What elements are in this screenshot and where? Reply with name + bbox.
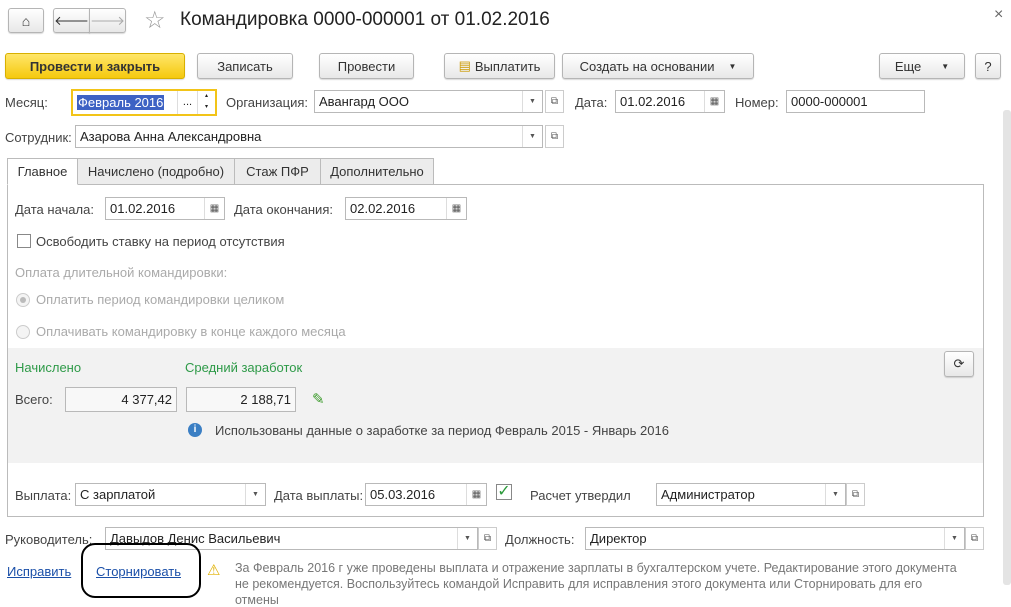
end-date-label: Дата окончания: xyxy=(234,202,333,217)
approved-label: Расчет утвердил xyxy=(530,488,631,503)
month-label: Месяц: xyxy=(5,95,48,110)
open-icon[interactable]: ⧉ xyxy=(478,527,497,550)
month-select-button[interactable]: ... xyxy=(177,91,197,114)
post-and-close-button[interactable]: Провести и закрыть xyxy=(5,53,185,79)
org-field[interactable]: Авангард ООО ▼ xyxy=(314,90,543,113)
warning-line-2: не рекомендуется. Воспользуйтесь командо… xyxy=(235,577,923,591)
back-button[interactable]: 🡐 xyxy=(53,8,90,33)
page-title: Командировка 0000-000001 от 01.02.2016 xyxy=(180,9,550,30)
number-label: Номер: xyxy=(735,95,779,110)
avg-earnings-label: Средний заработок xyxy=(185,360,303,375)
position-label: Должность: xyxy=(505,532,575,547)
approved-checkbox[interactable]: ✓ xyxy=(496,484,512,500)
chevron-down-icon[interactable]: ▼ xyxy=(457,528,477,549)
employee-field[interactable]: Азарова Анна Александровна ▼ xyxy=(75,125,543,148)
open-icon[interactable]: ⧉ xyxy=(965,527,984,550)
open-icon[interactable]: ⧉ xyxy=(545,125,564,148)
radio-pay-monthly-label: Оплачивать командировку в конце каждого … xyxy=(36,324,346,339)
approved-by-field[interactable]: Администратор ▼ xyxy=(656,483,846,506)
start-date-field[interactable]: 01.02.2016 ▦ xyxy=(105,197,225,220)
close-icon[interactable]: × xyxy=(994,6,1003,24)
refresh-button[interactable]: ⟳ xyxy=(944,351,974,377)
chevron-down-icon: ▼ xyxy=(941,61,950,71)
head-label: Руководитель: xyxy=(5,532,93,547)
accrued-label: Начислено xyxy=(15,360,82,375)
open-icon[interactable]: ⧉ xyxy=(545,90,564,113)
payout-field[interactable]: С зарплатой ▼ xyxy=(75,483,266,506)
total-field: 4 377,42 xyxy=(65,387,177,412)
tab-pfr-experience[interactable]: Стаж ПФР xyxy=(234,158,321,185)
number-field[interactable]: 0000-000001 xyxy=(786,90,925,113)
payout-date-field[interactable]: 05.03.2016 ▦ xyxy=(365,483,487,506)
calendar-icon[interactable]: ▦ xyxy=(446,198,466,219)
radio-pay-whole-label: Оплатить период командировки целиком xyxy=(36,292,285,307)
save-button[interactable]: Записать xyxy=(197,53,293,79)
payout-label: Выплата: xyxy=(15,488,72,503)
chevron-down-icon: ▼ xyxy=(728,61,737,71)
open-icon[interactable]: ⧉ xyxy=(846,483,865,506)
arrow-left-icon: 🡐 xyxy=(54,12,89,28)
warning-line-3: отмены xyxy=(235,593,279,607)
radio-pay-monthly[interactable] xyxy=(16,325,30,339)
payout-date-label: Дата выплаты: xyxy=(274,488,364,503)
warning-line-1: За Февраль 2016 г уже проведены выплата … xyxy=(235,561,957,575)
calendar-icon[interactable]: ▦ xyxy=(466,484,486,505)
calendar-icon[interactable]: ▦ xyxy=(704,91,724,112)
tab-additional[interactable]: Дополнительно xyxy=(320,158,434,185)
chevron-down-icon[interactable]: ▼ xyxy=(522,126,542,147)
post-button[interactable]: Провести xyxy=(319,53,414,79)
fix-link[interactable]: Исправить xyxy=(7,564,71,579)
info-icon: i xyxy=(188,423,202,437)
arrow-right-icon: 🡒 xyxy=(90,12,125,28)
org-label: Организация: xyxy=(226,95,309,110)
date-field[interactable]: 01.02.2016 ▦ xyxy=(615,90,725,113)
date-label: Дата: xyxy=(575,95,608,110)
tab-accrued-detail[interactable]: Начислено (подробно) xyxy=(77,158,235,185)
chevron-down-icon[interactable]: ▼ xyxy=(944,528,964,549)
free-rate-label: Освободить ставку на период отсутствия xyxy=(36,234,285,249)
radio-pay-whole[interactable] xyxy=(16,293,30,307)
chevron-down-icon[interactable]: ▼ xyxy=(245,484,265,505)
forward-button[interactable]: 🡒 xyxy=(89,8,126,33)
calendar-icon[interactable]: ▦ xyxy=(204,198,224,219)
month-stepper[interactable]: ▴ ▾ xyxy=(197,91,215,114)
star-icon[interactable]: ☆ xyxy=(144,6,166,35)
pay-button[interactable]: ▤ Выплатить xyxy=(444,53,555,79)
total-label: Всего: xyxy=(15,392,53,407)
month-field[interactable]: Февраль 2016 ... ▴ ▾ xyxy=(71,89,217,116)
home-icon: ⌂ xyxy=(21,12,31,29)
position-field[interactable]: Директор ▼ xyxy=(585,527,965,550)
employee-label: Сотрудник: xyxy=(5,130,72,145)
more-button[interactable]: Еще ▼ xyxy=(879,53,965,79)
start-date-label: Дата начала: xyxy=(15,202,94,217)
pay-icon: ▤ xyxy=(458,58,471,73)
chevron-down-icon[interactable]: ▼ xyxy=(825,484,845,505)
end-date-field[interactable]: 02.02.2016 ▦ xyxy=(345,197,467,220)
highlight-ellipse xyxy=(81,543,201,598)
tab-main[interactable]: Главное xyxy=(7,158,78,185)
refresh-icon: ⟳ xyxy=(953,356,965,371)
help-button[interactable]: ? xyxy=(975,53,1001,79)
info-text: Использованы данные о заработке за перио… xyxy=(215,423,669,438)
free-rate-checkbox[interactable] xyxy=(17,234,31,248)
long-trip-label: Оплата длительной командировки: xyxy=(15,265,228,280)
warning-icon: ⚠ xyxy=(207,562,221,579)
pencil-icon[interactable]: ✎ xyxy=(312,390,325,408)
home-button[interactable]: ⌂ xyxy=(8,8,44,33)
create-based-button[interactable]: Создать на основании ▼ xyxy=(562,53,754,79)
chevron-down-icon[interactable]: ▼ xyxy=(522,91,542,112)
scrollbar[interactable] xyxy=(1003,110,1011,585)
avg-earnings-field: 2 188,71 xyxy=(186,387,296,412)
